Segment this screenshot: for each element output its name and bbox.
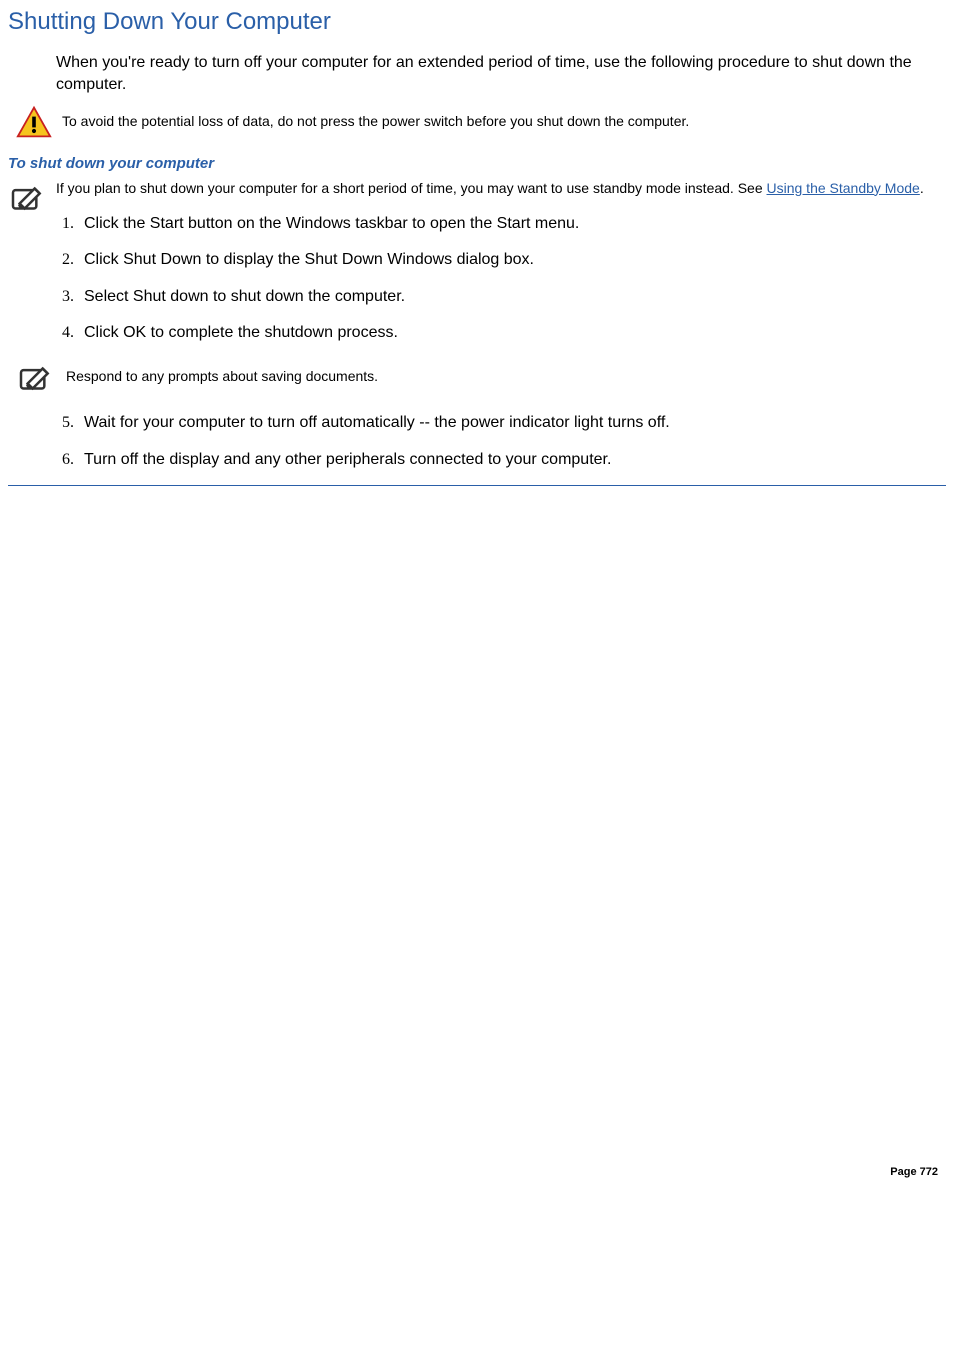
mid-note: Respond to any prompts about saving docu… — [16, 358, 946, 394]
list-item: Select Shut down to shut down the comput… — [78, 286, 946, 308]
steps-list-a: Click the Start button on the Windows ta… — [8, 213, 946, 345]
mid-note-text: Respond to any prompts about saving docu… — [66, 368, 378, 384]
warning-note: To avoid the potential loss of data, do … — [16, 105, 946, 139]
standby-note-pre: If you plan to shut down your computer f… — [56, 180, 767, 196]
page-number: Page 772 — [8, 1166, 946, 1186]
standby-mode-link[interactable]: Using the Standby Mode — [767, 180, 920, 196]
standby-note-post: . — [920, 180, 924, 196]
list-item: Click Shut Down to display the Shut Down… — [78, 249, 946, 271]
note-icon — [16, 358, 56, 394]
page-title: Shutting Down Your Computer — [8, 8, 946, 36]
warning-text: To avoid the potential loss of data, do … — [62, 112, 689, 132]
intro-paragraph: When you're ready to turn off your compu… — [56, 52, 938, 97]
note-icon — [8, 178, 48, 214]
section-heading: To shut down your computer — [8, 155, 946, 172]
standby-note: If you plan to shut down your computer f… — [8, 178, 946, 199]
divider — [8, 485, 946, 486]
warning-icon — [16, 105, 52, 139]
list-item: Wait for your computer to turn off autom… — [78, 412, 946, 434]
steps-list-b: Wait for your computer to turn off autom… — [8, 412, 946, 471]
list-item: Turn off the display and any other perip… — [78, 449, 946, 471]
list-item: Click OK to complete the shutdown proces… — [78, 322, 946, 344]
list-item: Click the Start button on the Windows ta… — [78, 213, 946, 235]
